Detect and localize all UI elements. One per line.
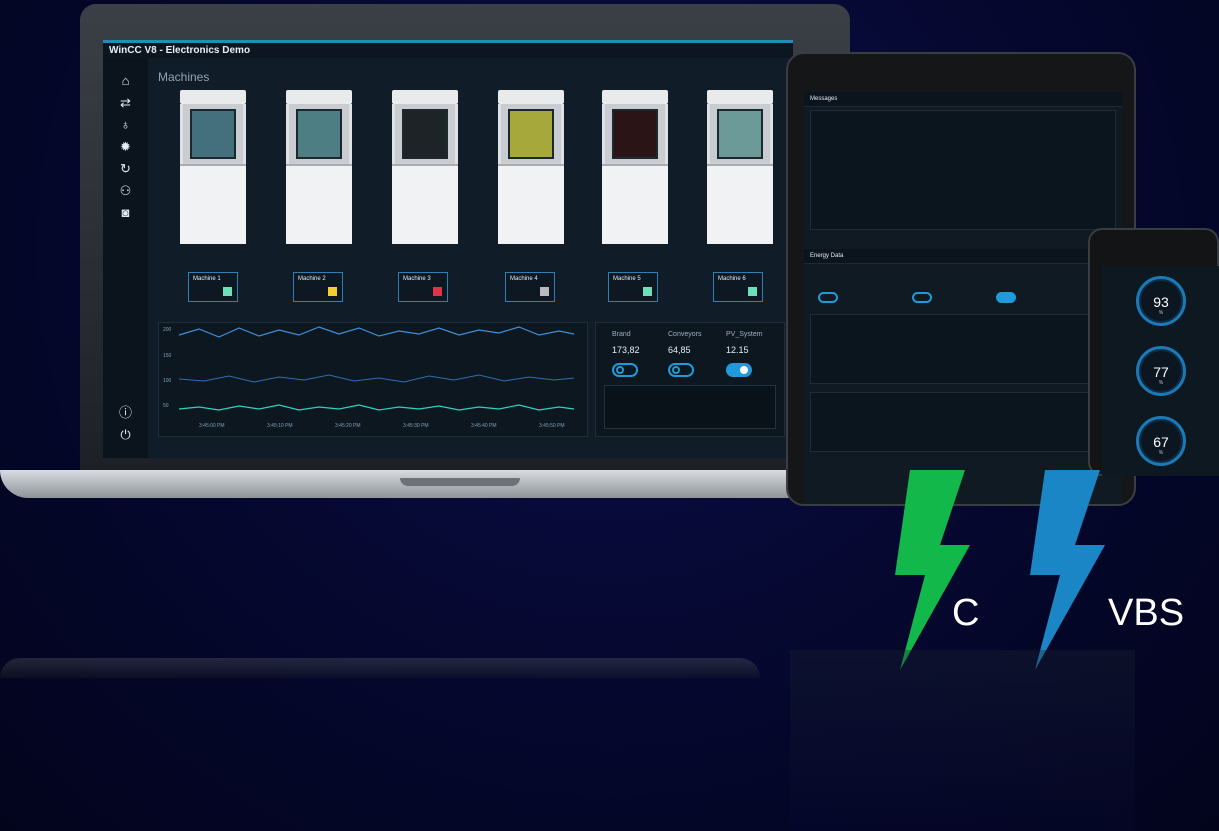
x-tick: 3:45:40 PM <box>471 423 497 429</box>
machine-cabinet[interactable] <box>602 90 668 250</box>
c-bolt-icon <box>895 470 970 670</box>
phone-device: 93% 77% 67% <box>1088 228 1219 476</box>
gamepad-icon[interactable]: ⚇ <box>103 180 148 202</box>
status-indicator <box>223 287 232 296</box>
tablet-device: Messages Energy Data <box>786 52 1136 506</box>
camera-icon[interactable]: ◙ <box>103 202 148 224</box>
trend-line-middle <box>178 374 575 383</box>
gauge-unit: % <box>1158 310 1164 316</box>
energy-trend[interactable] <box>810 314 1116 384</box>
gauge: 93% <box>1136 276 1186 326</box>
reflection <box>0 650 1219 831</box>
kpi-value: 173,82 <box>612 345 640 355</box>
gauge-value: 77 <box>1153 364 1169 380</box>
phone-screen: 93% 77% 67% <box>1102 266 1219 476</box>
vbs-bolt-icon <box>1030 470 1105 670</box>
energy-table[interactable] <box>810 392 1116 452</box>
machine-cabinet[interactable] <box>286 90 352 250</box>
gauge: 77% <box>1136 346 1186 396</box>
kpi-value: 12.15 <box>726 345 749 355</box>
vbs-label: VBS <box>1108 592 1185 634</box>
laptop-notch <box>400 478 520 486</box>
machine-label: Machine 6 <box>718 276 746 282</box>
toggle-switch[interactable] <box>612 363 638 377</box>
x-tick: 3:45:30 PM <box>403 423 429 429</box>
toggle-switch[interactable] <box>996 292 1016 303</box>
kpi-value: 64,85 <box>668 345 691 355</box>
y-tick: 100 <box>163 378 172 384</box>
transfer-icon[interactable]: ⇄ <box>103 92 148 114</box>
trend-svg <box>178 326 575 411</box>
machine-cabinet[interactable] <box>392 90 458 250</box>
stethoscope-icon[interactable]: ♁ <box>103 114 148 136</box>
messages-table[interactable] <box>810 110 1116 230</box>
toggle-switch[interactable] <box>912 292 932 303</box>
home-icon[interactable]: ⌂ <box>103 70 148 92</box>
window-title: WinCC V8 - Electronics Demo <box>103 40 793 58</box>
gear-icon[interactable]: ✹ <box>103 136 148 158</box>
status-indicator <box>328 287 337 296</box>
product-showcase: WinCC V8 - Electronics Demo ⌂ ⇄ ♁ ✹ ↻ ⚇ … <box>0 0 1219 831</box>
machine-card[interactable]: Machine 2 <box>293 272 343 302</box>
tablet-screen: Messages Energy Data <box>804 92 1122 504</box>
toggle-switch[interactable] <box>668 363 694 377</box>
machine-cabinet[interactable] <box>180 90 246 250</box>
kpi-label: Conveyors <box>668 331 702 338</box>
toggle-switch[interactable] <box>726 363 752 377</box>
machine-card[interactable]: Machine 5 <box>608 272 658 302</box>
machine-label: Machine 5 <box>613 276 641 282</box>
toggle-switch[interactable] <box>818 292 838 303</box>
machine-card[interactable]: Machine 6 <box>713 272 763 302</box>
y-tick: 150 <box>163 353 172 359</box>
messages-title: Messages <box>804 92 1122 107</box>
gauge-unit: % <box>1158 380 1164 386</box>
gauge-value: 93 <box>1153 294 1169 310</box>
x-tick: 3:45:50 PM <box>539 423 565 429</box>
machine-card[interactable]: Machine 1 <box>188 272 238 302</box>
y-tick: 200 <box>163 327 172 333</box>
sidebar: ⌂ ⇄ ♁ ✹ ↻ ⚇ ◙ ⓘ ⏻ <box>103 58 148 458</box>
refresh-icon[interactable]: ↻ <box>103 158 148 180</box>
info-icon[interactable]: ⓘ <box>103 402 148 424</box>
page-title: Machines <box>158 70 210 84</box>
c-label: C <box>952 592 980 634</box>
status-indicator <box>433 287 442 296</box>
gauge-unit: % <box>1158 450 1164 456</box>
status-indicator <box>748 287 757 296</box>
gauge: 67% <box>1136 416 1186 466</box>
machine-label: Machine 4 <box>510 276 538 282</box>
kpi-panel: Brand Conveyors PV_System 173,82 64,85 1… <box>595 322 785 437</box>
energy-title: Energy Data <box>804 249 1122 264</box>
machine-cabinet[interactable] <box>707 90 773 250</box>
message-table[interactable] <box>604 385 776 429</box>
laptop-screen: WinCC V8 - Electronics Demo ⌂ ⇄ ♁ ✹ ↻ ⚇ … <box>103 40 793 458</box>
trend-line-lower <box>178 404 575 411</box>
x-tick: 3:45:10 PM <box>267 423 293 429</box>
trend-line-upper <box>178 326 575 338</box>
machine-label: Machine 3 <box>403 276 431 282</box>
kpi-label: PV_System <box>726 331 763 338</box>
trend-chart[interactable]: 3:45:00 PM 3:45:10 PM 3:45:20 PM 3:45:30… <box>158 322 588 437</box>
machine-cabinet[interactable] <box>498 90 564 250</box>
status-indicator <box>643 287 652 296</box>
machine-label: Machine 2 <box>298 276 326 282</box>
x-tick: 3:45:20 PM <box>335 423 361 429</box>
machine-label: Machine 1 <box>193 276 221 282</box>
kpi-label: Brand <box>612 331 631 338</box>
x-tick: 3:45:00 PM <box>199 423 225 429</box>
y-tick: 50 <box>163 403 169 409</box>
power-icon[interactable]: ⏻ <box>103 424 148 446</box>
gauge-value: 67 <box>1153 434 1169 450</box>
machine-card[interactable]: Machine 3 <box>398 272 448 302</box>
status-indicator <box>540 287 549 296</box>
machine-card[interactable]: Machine 4 <box>505 272 555 302</box>
